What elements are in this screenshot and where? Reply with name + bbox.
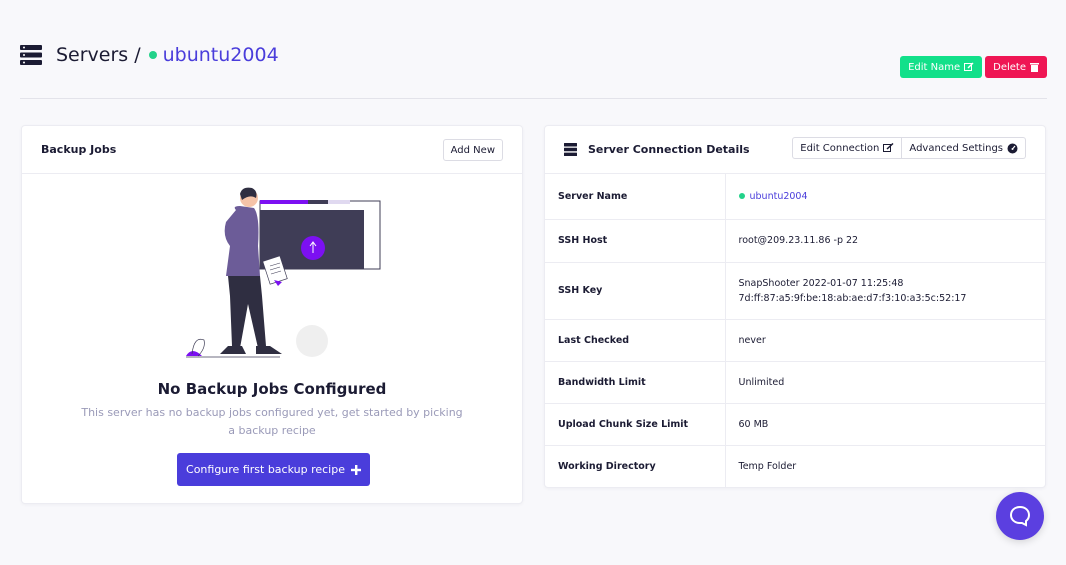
backup-jobs-title: Backup Jobs (41, 143, 117, 156)
connection-details-table: Server Name ubuntu2004 SSH Host root@209… (545, 174, 1045, 487)
row-value: Unlimited (725, 360, 1045, 403)
edit-connection-button[interactable]: Edit Connection (792, 137, 903, 159)
table-row: Last Checked never (545, 318, 1045, 361)
configure-backup-recipe-label: Configure first backup recipe (186, 463, 345, 476)
advanced-settings-button[interactable]: Advanced Settings (902, 137, 1026, 159)
row-label: SSH Host (545, 218, 726, 262)
table-row: SSH Host root@209.23.11.86 -p 22 (545, 218, 1045, 262)
row-value: Temp Folder (725, 444, 1045, 487)
backup-jobs-card: Backup Jobs Add New No Backup Jobs Confi… (21, 125, 523, 504)
row-label: Server Name (545, 174, 726, 219)
row-value: never (725, 318, 1045, 361)
chat-launcher-button[interactable] (996, 492, 1044, 540)
plus-icon (350, 464, 361, 475)
page-header: Servers / ubuntu2004 (20, 44, 279, 66)
trash-icon (1030, 63, 1039, 72)
advanced-settings-label: Advanced Settings (909, 142, 1003, 154)
edit-name-label: Edit Name (908, 61, 961, 73)
breadcrumb-separator: / (134, 44, 141, 66)
table-row: Server Name ubuntu2004 (545, 174, 1045, 219)
row-label: Bandwidth Limit (545, 360, 726, 403)
edit-connection-label: Edit Connection (800, 142, 880, 154)
connection-actions: Edit Connection Advanced Settings (792, 137, 1026, 159)
edit-icon (964, 62, 974, 71)
row-label: Working Directory (545, 444, 726, 487)
table-row: Upload Chunk Size Limit 60 MB (545, 402, 1045, 445)
row-value: 60 MB (725, 402, 1045, 445)
row-value: root@209.23.11.86 -p 22 (725, 218, 1045, 262)
row-label: SSH Key (545, 261, 726, 319)
status-dot (738, 192, 745, 199)
gauge-icon (1007, 143, 1018, 153)
server-icon (564, 143, 577, 156)
table-row: SSH Key SnapShooter 2022-01-07 11:25:48 … (545, 261, 1045, 319)
header-actions: Edit Name Delete (900, 56, 1047, 78)
server-name-link[interactable]: ubuntu2004 (750, 191, 808, 202)
empty-state-illustration (186, 187, 381, 358)
connection-details-header: Server Connection Details Edit Connectio… (545, 126, 1045, 174)
empty-state-description: This server has no backup jobs configure… (81, 406, 463, 437)
edit-name-button[interactable]: Edit Name (900, 56, 983, 78)
status-dot (148, 51, 157, 59)
connection-details-card: Server Connection Details Edit Connectio… (544, 125, 1046, 488)
empty-state-title: No Backup Jobs Configured (157, 380, 387, 398)
edit-icon (883, 143, 894, 152)
ssh-key-name: SnapShooter 2022-01-07 11:25:48 (738, 277, 904, 289)
delete-button[interactable]: Delete (985, 56, 1047, 78)
delete-label: Delete (993, 61, 1026, 73)
ssh-key-fingerprint: 7d:ff:87:a5:9f:be:18:ab:ae:d7:f3:10:a3:5… (738, 292, 967, 304)
connection-details-title: Server Connection Details (588, 143, 750, 156)
server-name-title: ubuntu2004 (162, 44, 279, 66)
table-row: Working Directory Temp Folder (545, 444, 1045, 487)
header-divider (20, 98, 1047, 99)
server-icon (20, 45, 42, 65)
breadcrumb-servers[interactable]: Servers (56, 44, 128, 66)
add-new-button[interactable]: Add New (442, 139, 503, 161)
chat-icon (1009, 505, 1031, 527)
backup-jobs-header: Backup Jobs Add New (22, 126, 522, 174)
row-label: Upload Chunk Size Limit (545, 402, 726, 445)
row-label: Last Checked (545, 318, 726, 361)
table-row: Bandwidth Limit Unlimited (545, 360, 1045, 403)
configure-backup-recipe-button[interactable]: Configure first backup recipe (177, 453, 370, 486)
